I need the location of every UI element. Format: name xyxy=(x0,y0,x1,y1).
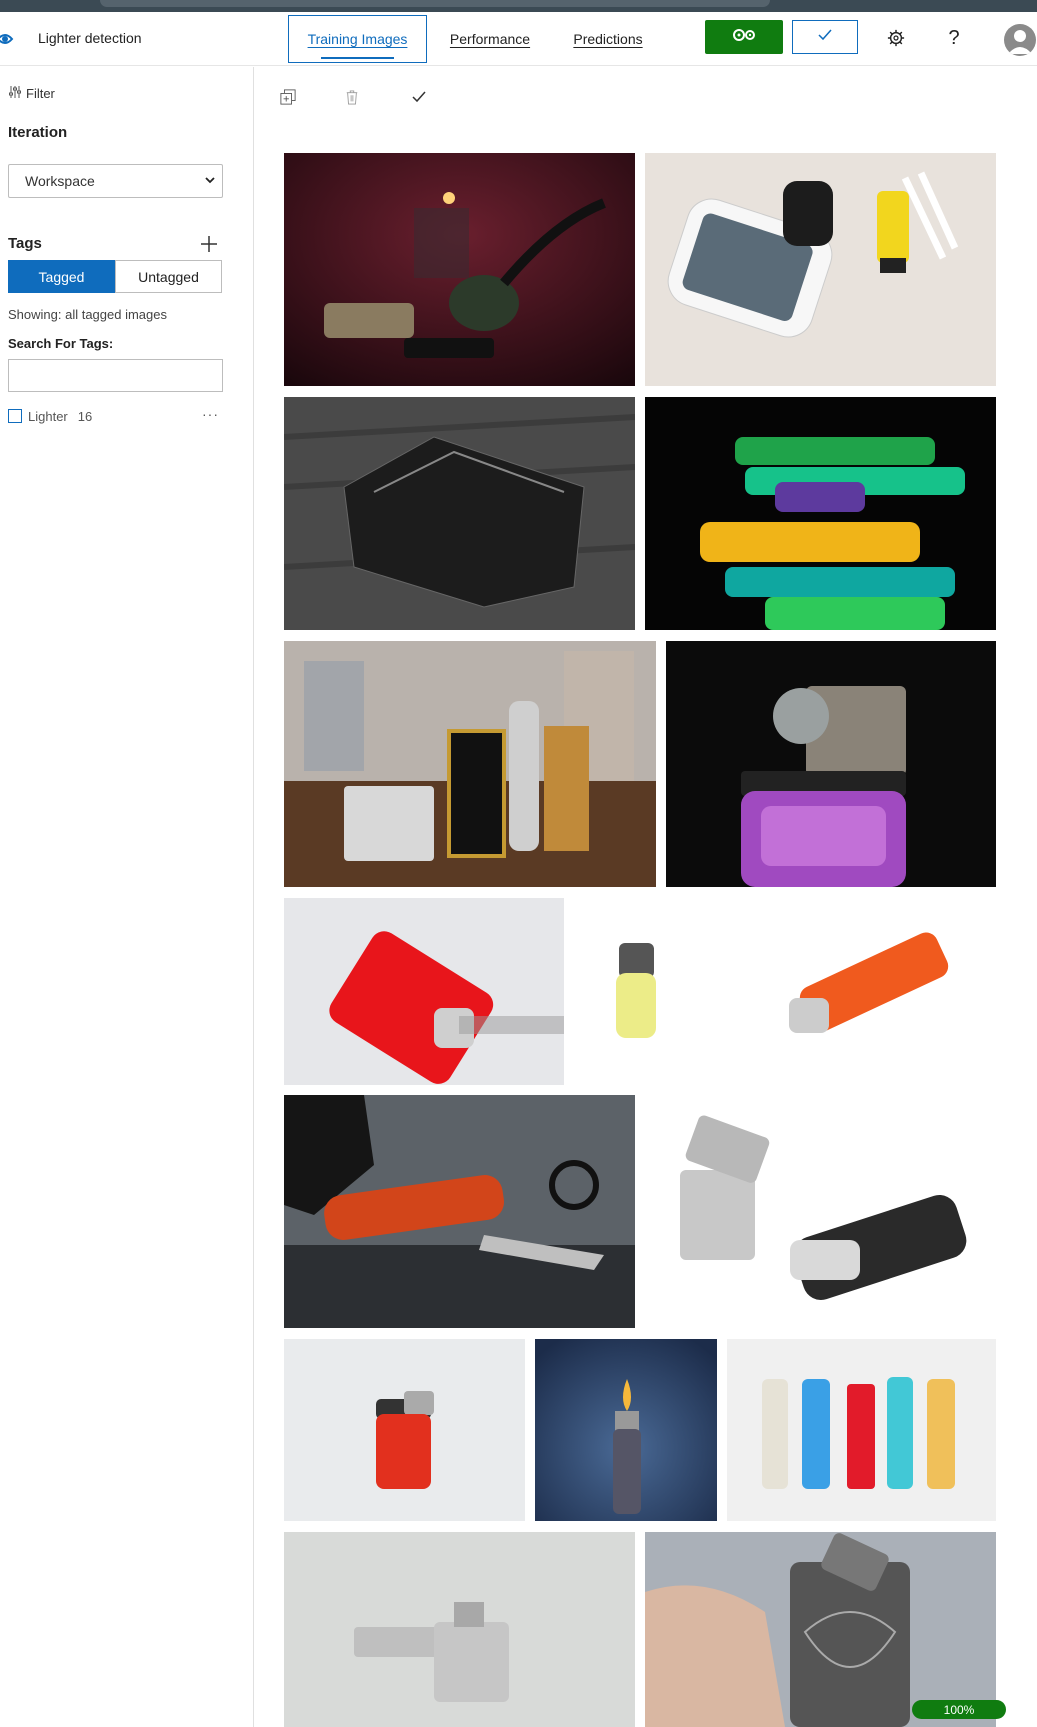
tab-predictions[interactable]: Predictions xyxy=(562,15,654,63)
tab-performance[interactable]: Performance xyxy=(440,15,540,63)
train-button[interactable] xyxy=(705,20,783,54)
more-options-icon[interactable]: ··· xyxy=(202,406,219,422)
eye-logo-icon xyxy=(0,28,22,50)
search-tags-input[interactable] xyxy=(8,359,223,392)
settings-gear-icon[interactable] xyxy=(884,26,908,50)
image-thumbnail[interactable] xyxy=(284,1339,525,1521)
image-thumbnail[interactable] xyxy=(645,1095,996,1328)
flame-lighter-blue-photo xyxy=(535,1339,717,1521)
image-thumbnail[interactable] xyxy=(284,153,635,386)
showing-status: Showing: all tagged images xyxy=(8,307,167,322)
tag-item: Lighter 16 ··· xyxy=(8,406,223,426)
app-header: Lighter detection Training Images Perfor… xyxy=(0,12,1037,66)
image-thumbnail[interactable] xyxy=(564,898,709,1085)
address-bar-remnant xyxy=(100,0,770,7)
image-thumbnail[interactable] xyxy=(645,397,996,630)
filter-sliders-icon xyxy=(8,85,22,102)
iteration-select[interactable]: Workspace xyxy=(8,164,223,198)
add-images-icon[interactable] xyxy=(278,87,298,107)
delete-icon[interactable] xyxy=(342,87,362,107)
tags-heading: Tags xyxy=(8,235,42,252)
tag-count: 16 xyxy=(77,408,93,424)
tab-training-images[interactable]: Training Images xyxy=(288,15,427,63)
image-thumbnail[interactable] xyxy=(645,153,996,386)
silver-zippo-black-lighter-photo xyxy=(645,1095,996,1328)
yellow-small-lighter-photo xyxy=(564,898,709,1085)
chevron-down-icon xyxy=(204,173,216,189)
upload-progress-badge: 100% xyxy=(912,1700,1006,1719)
image-thumbnail[interactable] xyxy=(284,641,656,887)
orange-lighter-photo xyxy=(709,898,996,1085)
project-title: Lighter detection xyxy=(38,30,142,46)
multicolor-lighters-row-photo xyxy=(727,1339,996,1521)
hand-engraved-lighter-photo xyxy=(645,1532,996,1727)
zippo-engraved-photo xyxy=(284,397,635,630)
image-thumbnail[interactable] xyxy=(709,898,996,1085)
tagged-untagged-toggle: Tagged Untagged xyxy=(8,260,222,293)
tag-checkbox[interactable] xyxy=(8,409,22,423)
user-avatar[interactable] xyxy=(1004,24,1036,56)
image-thumbnail[interactable] xyxy=(284,397,635,630)
add-tag-plus-icon[interactable] xyxy=(198,233,220,255)
red-mini-lighter-photo xyxy=(284,1339,525,1521)
pipe-candle-lighter-photo xyxy=(284,153,635,386)
silver-zippo-open-photo xyxy=(284,1532,635,1727)
iteration-selected-value: Workspace xyxy=(25,173,95,189)
browser-top-strip xyxy=(0,0,1037,12)
luxury-lighters-table-photo xyxy=(284,641,656,887)
quick-test-button[interactable] xyxy=(792,20,858,54)
check-icon xyxy=(818,28,832,46)
image-thumbnail[interactable] xyxy=(284,1095,635,1328)
tagged-toggle-button[interactable]: Tagged xyxy=(8,260,115,293)
filter-label: Filter xyxy=(26,86,55,101)
image-thumbnail[interactable] xyxy=(535,1339,717,1521)
image-thumbnail[interactable] xyxy=(284,1532,635,1727)
image-thumbnail[interactable] xyxy=(727,1339,996,1521)
lighter-keys-hand-photo xyxy=(284,1095,635,1328)
untagged-toggle-button[interactable]: Untagged xyxy=(115,260,222,293)
help-icon[interactable]: ? xyxy=(942,26,966,50)
image-thumbnail[interactable] xyxy=(666,641,996,887)
tag-name: Lighter xyxy=(28,408,68,424)
iteration-heading: Iteration xyxy=(8,124,68,141)
sidebar: Filter Iteration Workspace Tags Tagged U… xyxy=(0,67,254,1727)
gears-icon xyxy=(730,27,758,48)
lux-purple-lighter-photo xyxy=(666,641,996,887)
select-all-icon[interactable] xyxy=(409,87,429,107)
red-lighter-istock-photo xyxy=(284,898,564,1085)
phone-keyfob-lighter-photo xyxy=(645,153,996,386)
filter-button[interactable]: Filter xyxy=(8,85,55,102)
search-tags-label: Search For Tags: xyxy=(8,336,114,351)
image-thumbnail[interactable] xyxy=(645,1532,996,1727)
image-thumbnail[interactable] xyxy=(284,898,564,1085)
colorful-disposable-lighters-photo xyxy=(645,397,996,630)
